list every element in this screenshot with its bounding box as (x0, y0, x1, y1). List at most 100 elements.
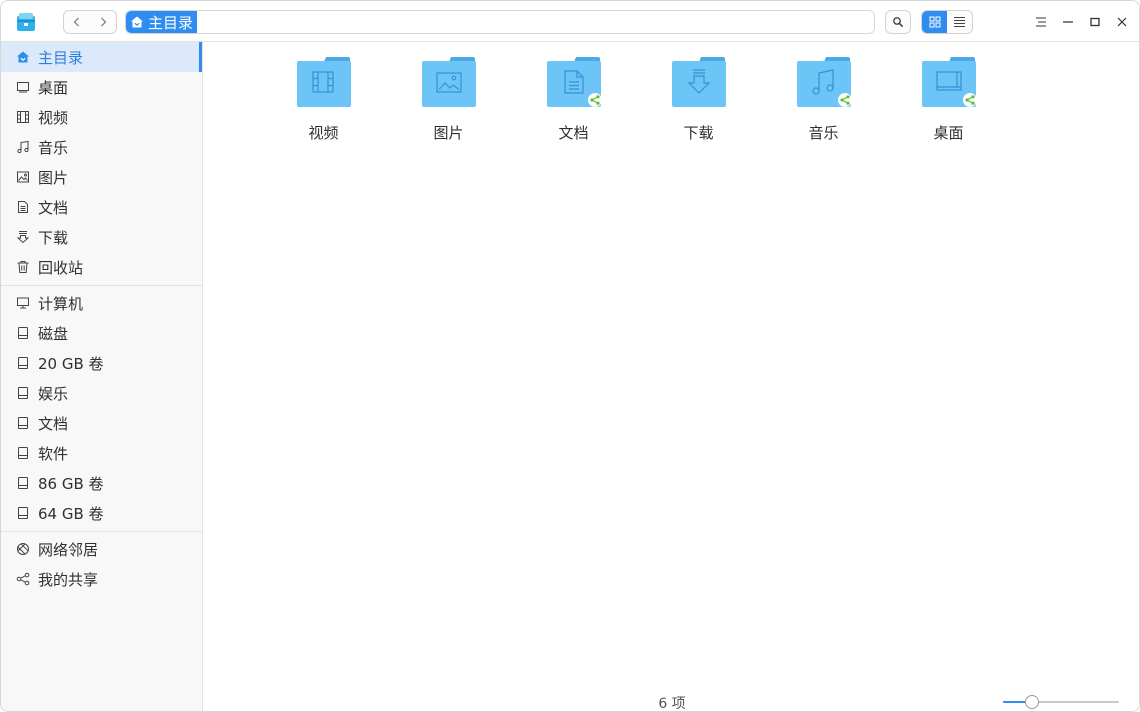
sidebar-item-documents-disk[interactable]: 文档 (1, 408, 202, 438)
sidebar-item-desktop[interactable]: 桌面 (1, 72, 202, 102)
disk-icon (15, 445, 31, 461)
maximize-button[interactable] (1084, 11, 1106, 33)
zoom-slider[interactable] (1003, 694, 1121, 710)
computer-icon (15, 295, 31, 311)
sidebar-item-my-shares[interactable]: 我的共享 (1, 564, 202, 594)
video-folder-icon (296, 57, 351, 107)
grid-icon (929, 16, 940, 28)
sidebar-item-home[interactable]: 主目录 (1, 42, 202, 72)
file-item[interactable]: 下载 (636, 56, 761, 143)
disk-icon (15, 415, 31, 431)
list-icon (954, 17, 965, 27)
sidebar-item-computer[interactable]: 计算机 (1, 288, 202, 318)
item-count-status: 6 项 (658, 696, 686, 712)
file-item-label: 音乐 (808, 124, 839, 142)
sidebar-item-videos[interactable]: 视频 (1, 102, 202, 132)
disk-icon (15, 505, 31, 521)
sidebar-item-label: 64 GB 卷 (38, 504, 104, 523)
icon-view-button[interactable] (922, 11, 947, 33)
close-icon (1117, 17, 1127, 27)
breadcrumb-label: 主目录 (148, 13, 194, 32)
sidebar-item-volume-64gb[interactable]: 64 GB 卷 (1, 498, 202, 528)
list-view-button[interactable] (947, 11, 972, 33)
sidebar-item-documents[interactable]: 文档 (1, 192, 202, 222)
sidebar-item-label: 20 GB 卷 (38, 354, 104, 373)
back-button[interactable] (64, 11, 90, 33)
disk-icon (15, 355, 31, 371)
sidebar-item-disk[interactable]: 磁盘 (1, 318, 202, 348)
sidebar-item-downloads[interactable]: 下载 (1, 222, 202, 252)
search-button[interactable] (885, 10, 911, 34)
download-folder-icon (671, 57, 726, 107)
share-icon (15, 571, 31, 587)
picture-folder-icon (421, 57, 476, 107)
file-item[interactable]: 桌面 (886, 56, 1011, 143)
sidebar-item-label: 网络邻居 (38, 540, 99, 559)
file-item[interactable]: 视频 (261, 56, 386, 143)
share-badge-icon (962, 93, 977, 107)
picture-icon (15, 169, 31, 185)
sidebar-item-trash[interactable]: 回收站 (1, 252, 202, 282)
chevron-right-icon (101, 17, 107, 27)
share-badge-icon (587, 93, 602, 107)
share-badge-icon (837, 93, 852, 107)
main-menu-button[interactable] (1030, 11, 1052, 33)
file-grid: 视频 图片 文档 下载 音乐 桌面 (261, 56, 1011, 143)
breadcrumb[interactable]: 主目录 (125, 10, 875, 34)
minimize-button[interactable] (1057, 11, 1079, 33)
disk-icon (15, 385, 31, 401)
sidebar-item-network[interactable]: 网络邻居 (1, 534, 202, 564)
file-manager-logo-icon (17, 13, 35, 31)
sidebar-item-label: 软件 (38, 444, 69, 463)
forward-button[interactable] (90, 11, 116, 33)
sidebar-item-label: 磁盘 (38, 324, 69, 343)
download-icon (15, 229, 31, 245)
sidebar-item-entertainment[interactable]: 娱乐 (1, 378, 202, 408)
sidebar-item-label: 主目录 (38, 48, 84, 67)
sidebar-item-label: 桌面 (38, 78, 69, 97)
sidebar-divider (1, 531, 202, 532)
sidebar-item-label: 图片 (38, 168, 69, 187)
sidebar-item-volume-86gb[interactable]: 86 GB 卷 (1, 468, 202, 498)
title-bar: 主目录 (1, 1, 1139, 42)
sidebar-item-volume-20gb[interactable]: 20 GB 卷 (1, 348, 202, 378)
sidebar-item-label: 86 GB 卷 (38, 474, 104, 493)
sidebar-item-label: 计算机 (38, 294, 84, 313)
file-view[interactable]: 视频 图片 文档 下载 音乐 桌面 6 项 (203, 42, 1139, 712)
file-item-label: 下载 (683, 124, 714, 142)
sidebar-divider (1, 285, 202, 286)
sidebar-item-label: 我的共享 (38, 570, 99, 589)
sidebar-item-music[interactable]: 音乐 (1, 132, 202, 162)
zoom-slider-handle[interactable] (1025, 695, 1039, 709)
music-folder-icon (796, 57, 852, 107)
disk-icon (15, 325, 31, 341)
music-icon (15, 139, 31, 155)
sidebar: 主目录 桌面 视频 音乐 图片 文档 下载 回收站 计算机 磁盘 20 GB 卷… (1, 42, 203, 711)
view-mode-switch (921, 10, 973, 34)
desktop-folder-icon (921, 57, 977, 107)
maximize-icon (1090, 17, 1100, 27)
chevron-left-icon (73, 17, 79, 27)
navigation-buttons (63, 10, 117, 34)
sidebar-item-pictures[interactable]: 图片 (1, 162, 202, 192)
sidebar-item-label: 下载 (38, 228, 69, 247)
sidebar-item-label: 音乐 (38, 138, 69, 157)
document-folder-icon (546, 57, 602, 107)
desktop-icon (15, 79, 31, 95)
home-icon (15, 49, 31, 65)
file-item-label: 图片 (433, 124, 464, 142)
sidebar-item-label: 视频 (38, 108, 69, 127)
file-item[interactable]: 文档 (511, 56, 636, 143)
file-item[interactable]: 图片 (386, 56, 511, 143)
home-icon (131, 16, 143, 28)
breadcrumb-home[interactable]: 主目录 (126, 11, 198, 33)
video-icon (15, 109, 31, 125)
minimize-icon (1063, 21, 1073, 23)
file-item[interactable]: 音乐 (761, 56, 886, 143)
sidebar-item-software[interactable]: 软件 (1, 438, 202, 468)
search-icon (893, 17, 904, 28)
file-item-label: 视频 (308, 124, 339, 142)
file-manager-window: 主目录 主目录 桌面 视频 音乐 图片 文档 下载 回收站 计算机 磁盘 20 … (0, 0, 1140, 712)
close-button[interactable] (1111, 11, 1133, 33)
menu-icon (1036, 17, 1046, 27)
